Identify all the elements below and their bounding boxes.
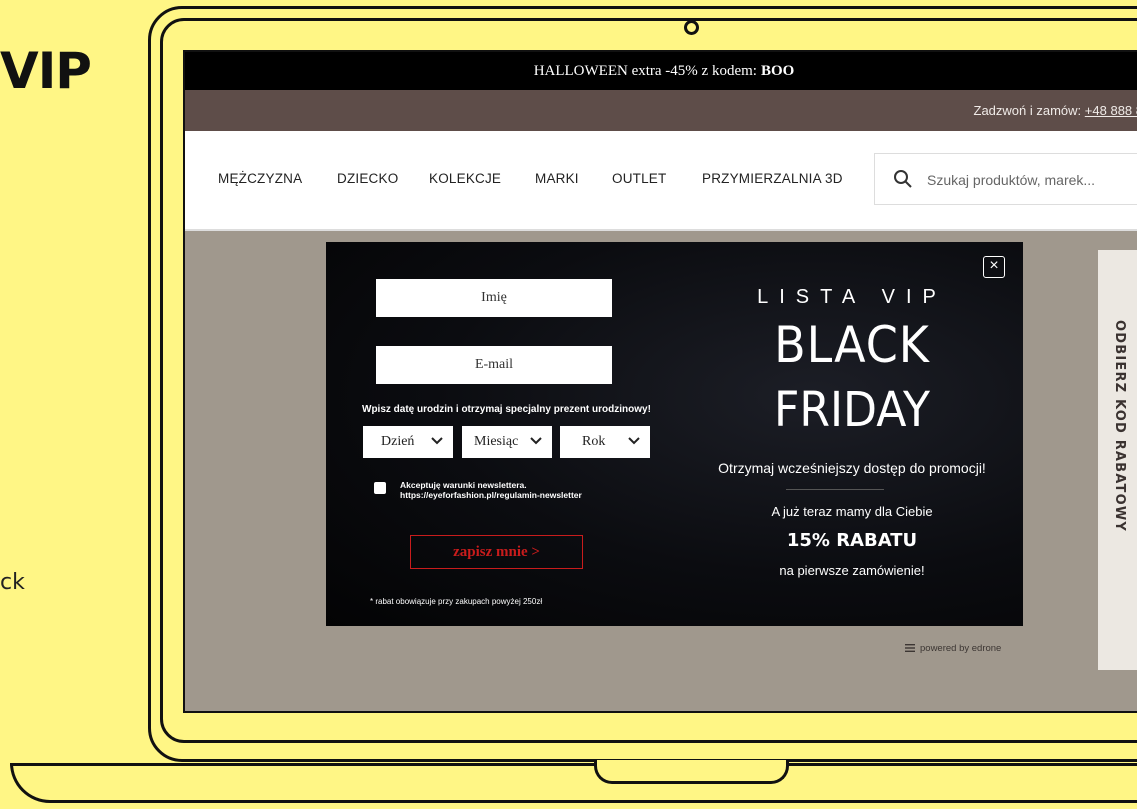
powered-by-text: powered by edrone xyxy=(920,643,1002,654)
year-select[interactable]: Rok xyxy=(560,426,650,458)
side-tab-label: ODBIERZ KOD RABATOWY xyxy=(1112,320,1127,532)
consent-checkbox[interactable] xyxy=(374,482,386,494)
nav-item-marki[interactable]: MARKI xyxy=(535,171,579,186)
close-icon: × xyxy=(989,257,999,274)
month-select-label: Miesiąc xyxy=(474,434,519,449)
offer-intro: A już teraz mamy dla Ciebie xyxy=(771,504,933,519)
consent-text: Akceptuję warunki newslettera. https://e… xyxy=(400,480,582,500)
laptop-notch xyxy=(594,760,789,784)
day-select-label: Dzień xyxy=(381,434,415,449)
day-select[interactable]: Dzień xyxy=(363,426,453,458)
menu-icon xyxy=(905,644,915,653)
birthday-label: Wpisz datę urodzin i otrzymaj specjalny … xyxy=(362,404,651,415)
nav-item-dziecko[interactable]: DZIECKO xyxy=(337,171,398,186)
laptop-screen: HALLOWEEN extra -45% z kodem: BOO Zadzwo… xyxy=(183,50,1137,713)
nav-item-przymierzalnia[interactable]: PRZYMIERZALNIA 3D xyxy=(702,171,843,186)
promo-bar: HALLOWEEN extra -45% z kodem: BOO xyxy=(185,52,1137,90)
nav-item-mezczyzna[interactable]: MĘŻCZYZNA xyxy=(218,171,302,186)
newsletter-popup: Wpisz datę urodzin i otrzymaj specjalny … xyxy=(326,242,1023,626)
chevron-down-icon xyxy=(431,437,443,445)
headline-small: LISTA VIP xyxy=(757,286,947,308)
chevron-down-icon xyxy=(530,437,542,445)
nav-item-kolekcje[interactable]: KOLEKCJE xyxy=(429,171,501,186)
offer-value: 15% RABATU xyxy=(786,530,918,551)
discount-side-tab[interactable]: ODBIERZ KOD RABATOWY xyxy=(1098,250,1137,670)
discount-disclaimer: * rabat obowiązuje przy zakupach powyżej… xyxy=(370,597,543,606)
search-box[interactable] xyxy=(874,153,1137,205)
promo-code: BOO xyxy=(760,62,795,79)
email-field[interactable] xyxy=(376,346,612,384)
main-navigation: MĘŻCZYZNA DZIECKO KOLEKCJE MARKI OUTLET … xyxy=(185,131,1137,231)
consent-link[interactable]: https://eyeforfashion.pl/regulamin-newsl… xyxy=(400,490,582,500)
popup-divider xyxy=(786,489,884,490)
popup-tagline: Otrzymaj wcześniejszy dostęp do promocji… xyxy=(718,460,986,476)
subscribe-button[interactable]: zapisz mnie > xyxy=(410,535,583,569)
phone-bar: Zadzwoń i zamów: +48 888 8 xyxy=(185,90,1137,131)
nav-item-outlet[interactable]: OUTLET xyxy=(612,171,666,186)
phone-label: Zadzwoń i zamów: xyxy=(973,103,1082,118)
offer-outro: na pierwsze zamówienie! xyxy=(779,563,925,578)
phone-info: Zadzwoń i zamów: +48 888 8 xyxy=(974,103,1137,118)
consent-line: Akceptuję warunki newslettera. xyxy=(400,480,527,490)
month-select[interactable]: Miesiąc xyxy=(462,426,552,458)
laptop-base xyxy=(10,763,1137,803)
headline-black: BLACK xyxy=(774,316,930,374)
headline-friday: FRIDAY xyxy=(773,382,931,438)
background-text: ck xyxy=(0,570,25,595)
chevron-down-icon xyxy=(628,437,640,445)
search-input[interactable] xyxy=(925,168,1137,192)
name-field[interactable] xyxy=(376,279,612,317)
powered-by[interactable]: powered by edrone xyxy=(905,643,1001,654)
phone-number-link[interactable]: +48 888 8 xyxy=(1085,103,1137,118)
year-select-label: Rok xyxy=(582,434,606,449)
camera-icon xyxy=(684,20,699,35)
close-button[interactable]: × xyxy=(983,256,1005,278)
promo-text: HALLOWEEN extra -45% z kodem: xyxy=(533,62,757,79)
background-title: VIP xyxy=(0,42,92,100)
search-icon xyxy=(894,170,912,188)
